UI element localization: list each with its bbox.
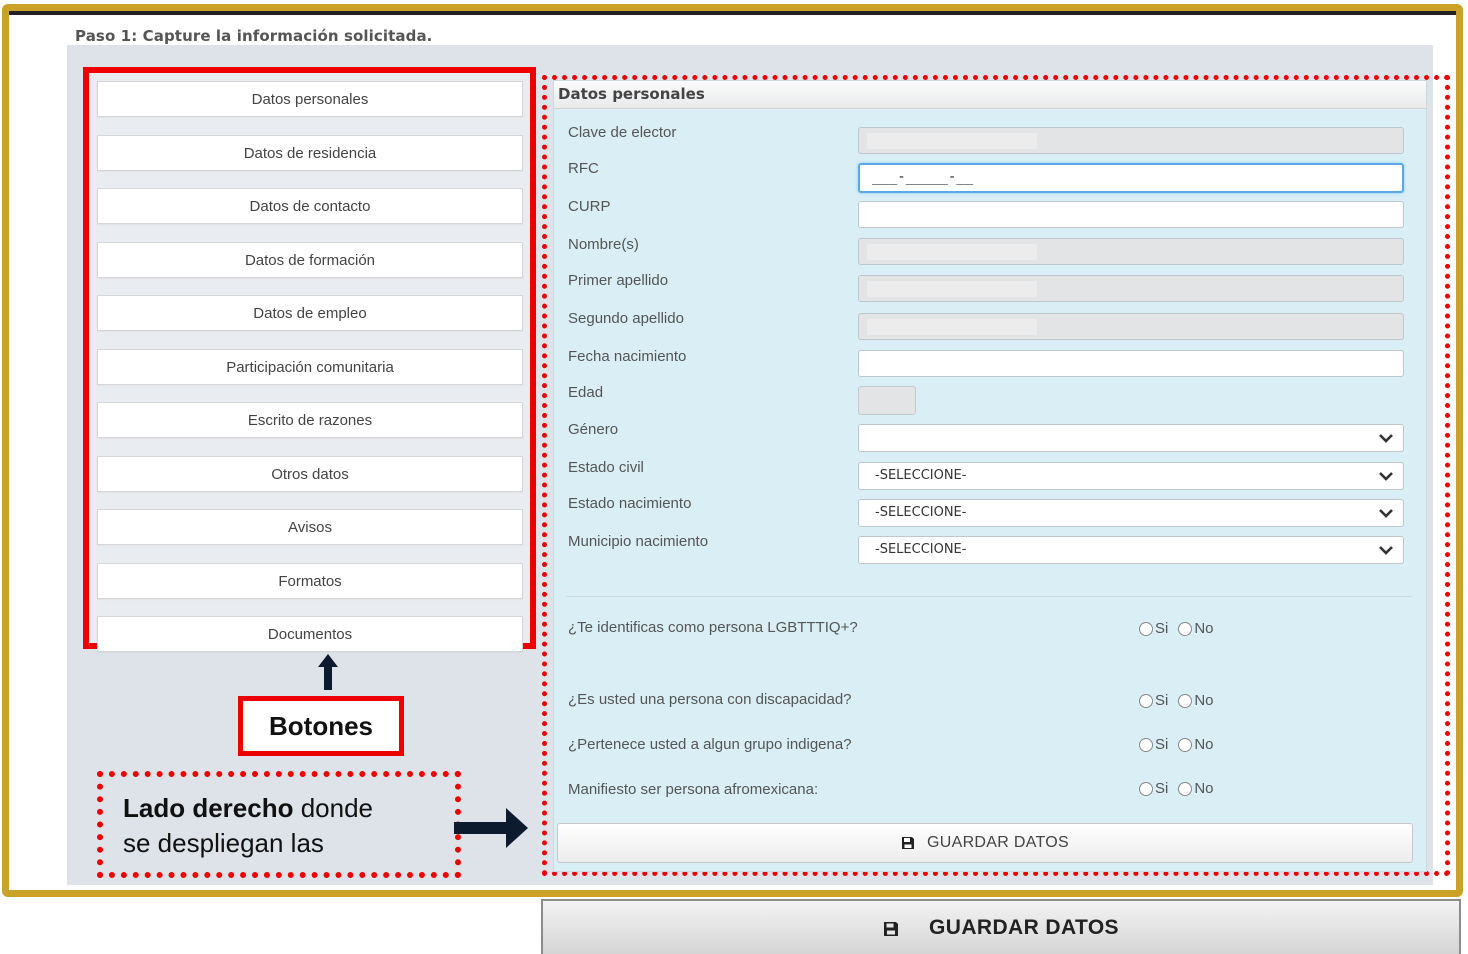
- label-segundo-apellido: Segundo apellido: [568, 310, 684, 327]
- question-afromexicana: Manifiesto ser persona afromexicana:: [568, 781, 819, 798]
- panel-title: Datos personales: [554, 81, 1426, 109]
- estado-civil-select[interactable]: -SELECCIONE-: [858, 462, 1404, 490]
- floppy-disk-icon: [902, 837, 914, 849]
- radio-label-no: No: [1194, 620, 1214, 637]
- floppy-disk-icon: [884, 921, 899, 936]
- discapacidad-si-radio[interactable]: [1139, 693, 1153, 708]
- lgbt-radio-group: Si No: [1139, 620, 1224, 637]
- nav-documentos[interactable]: Documentos: [97, 616, 523, 652]
- frame-top-line: [9, 11, 1456, 15]
- nav-list: Datos personales Datos de residencia Dat…: [97, 81, 523, 670]
- question-lgbt: ¿Te identificas como persona LGBTTTIQ+?: [568, 619, 858, 636]
- afro-radio-group: Si No: [1139, 780, 1224, 797]
- chevron-down-icon: [1379, 509, 1393, 518]
- guardar-datos-label: GUARDAR DATOS: [927, 834, 1069, 851]
- radio-label-si: Si: [1155, 692, 1169, 709]
- radio-label-si: Si: [1155, 620, 1169, 637]
- label-edad: Edad: [568, 384, 604, 401]
- nav-datos-formacion[interactable]: Datos de formación: [97, 242, 523, 278]
- nav-formatos[interactable]: Formatos: [97, 563, 523, 599]
- radio-label-no: No: [1194, 692, 1214, 709]
- indigena-si-radio[interactable]: [1139, 737, 1153, 752]
- segundo-apellido-input: [858, 313, 1404, 340]
- nav-datos-empleo[interactable]: Datos de empleo: [97, 295, 523, 331]
- guardar-datos-zoom-button[interactable]: GUARDAR DATOS: [541, 899, 1461, 954]
- redacted-value: [867, 319, 1037, 335]
- nav-datos-personales[interactable]: Datos personales: [97, 81, 523, 117]
- sidebar-highlight: Datos personales Datos de residencia Dat…: [83, 67, 536, 652]
- discapacidad-no-radio[interactable]: [1178, 693, 1193, 708]
- nav-datos-contacto[interactable]: Datos de contacto: [97, 188, 523, 224]
- redacted-value: [867, 281, 1037, 297]
- radio-label-si: Si: [1155, 736, 1169, 753]
- estado-nacimiento-select[interactable]: -SELECCIONE-: [858, 499, 1404, 527]
- redacted-value: [867, 133, 1037, 149]
- chevron-down-icon: [1379, 546, 1393, 555]
- nombre-input: [858, 238, 1404, 265]
- note-bold-text: Lado derecho: [123, 793, 294, 823]
- nav-datos-residencia[interactable]: Datos de residencia: [97, 135, 523, 171]
- estado-nacimiento-value: -SELECCIONE-: [875, 505, 967, 520]
- primer-apellido-input: [858, 275, 1404, 302]
- indigena-radio-group: Si No: [1139, 736, 1224, 753]
- label-rfc: RFC: [568, 160, 599, 177]
- genero-select[interactable]: [858, 424, 1404, 452]
- afro-si-radio[interactable]: [1139, 781, 1153, 796]
- label-genero: Género: [568, 421, 619, 438]
- label-fecha-nacimiento: Fecha nacimiento: [568, 348, 687, 365]
- right-side-annotation-note: Lado derecho donde se despliegan las: [97, 771, 461, 878]
- municipio-nacimiento-select[interactable]: -SELECCIONE-: [858, 536, 1404, 564]
- radio-label-no: No: [1194, 780, 1214, 797]
- municipio-nacimiento-value: -SELECCIONE-: [875, 542, 967, 557]
- section-divider: [566, 596, 1412, 597]
- curp-input[interactable]: [858, 201, 1404, 228]
- nav-escrito-razones[interactable]: Escrito de razones: [97, 402, 523, 438]
- afro-no-radio[interactable]: [1178, 781, 1193, 796]
- label-estado-nacimiento: Estado nacimiento: [568, 495, 692, 512]
- question-indigena: ¿Pertenece usted a algun grupo indigena?: [568, 736, 852, 753]
- clave-elector-input: [858, 127, 1404, 154]
- arrow-right-icon: [454, 808, 528, 848]
- guardar-datos-zoom-label: GUARDAR DATOS: [929, 915, 1119, 939]
- note-rest-text: donde: [293, 793, 374, 823]
- estado-civil-value: -SELECCIONE-: [875, 468, 967, 483]
- rfc-input[interactable]: ___-_____-__: [858, 163, 1404, 193]
- fecha-nacimiento-input[interactable]: [858, 350, 1404, 377]
- label-municipio-nacimiento: Municipio nacimiento: [568, 533, 709, 550]
- question-discapacidad: ¿Es usted una persona con discapacidad?: [568, 691, 852, 708]
- discapacidad-radio-group: Si No: [1139, 692, 1224, 709]
- label-curp: CURP: [568, 198, 611, 215]
- label-clave-elector: Clave de elector: [568, 124, 677, 141]
- lgbt-si-radio[interactable]: [1139, 621, 1153, 636]
- nav-participacion-comunitaria[interactable]: Participación comunitaria: [97, 349, 523, 385]
- label-nombre: Nombre(s): [568, 236, 639, 253]
- redacted-value: [867, 244, 1037, 260]
- step-title: Paso 1: Capture la información solicitad…: [75, 27, 433, 45]
- guardar-datos-button[interactable]: GUARDAR DATOS: [557, 823, 1413, 863]
- arrow-up-icon: [318, 654, 338, 690]
- note-line-2: se despliegan las: [123, 828, 324, 858]
- lgbt-no-radio[interactable]: [1178, 621, 1193, 636]
- buttons-annotation-label: Botones: [238, 696, 404, 756]
- nav-otros-datos[interactable]: Otros datos: [97, 456, 523, 492]
- indigena-no-radio[interactable]: [1178, 737, 1193, 752]
- edad-input: [858, 386, 916, 415]
- chevron-down-icon: [1379, 472, 1393, 481]
- radio-label-no: No: [1194, 736, 1214, 753]
- label-primer-apellido: Primer apellido: [568, 272, 669, 289]
- rfc-mask-text: ___-_____-__: [872, 169, 974, 185]
- chevron-down-icon: [1379, 434, 1393, 443]
- nav-avisos[interactable]: Avisos: [97, 509, 523, 545]
- note-line-1: Lado derecho donde: [123, 791, 455, 826]
- screenshot-stage: Paso 1: Capture la información solicitad…: [0, 0, 1468, 954]
- radio-label-si: Si: [1155, 780, 1169, 797]
- label-estado-civil: Estado civil: [568, 459, 644, 476]
